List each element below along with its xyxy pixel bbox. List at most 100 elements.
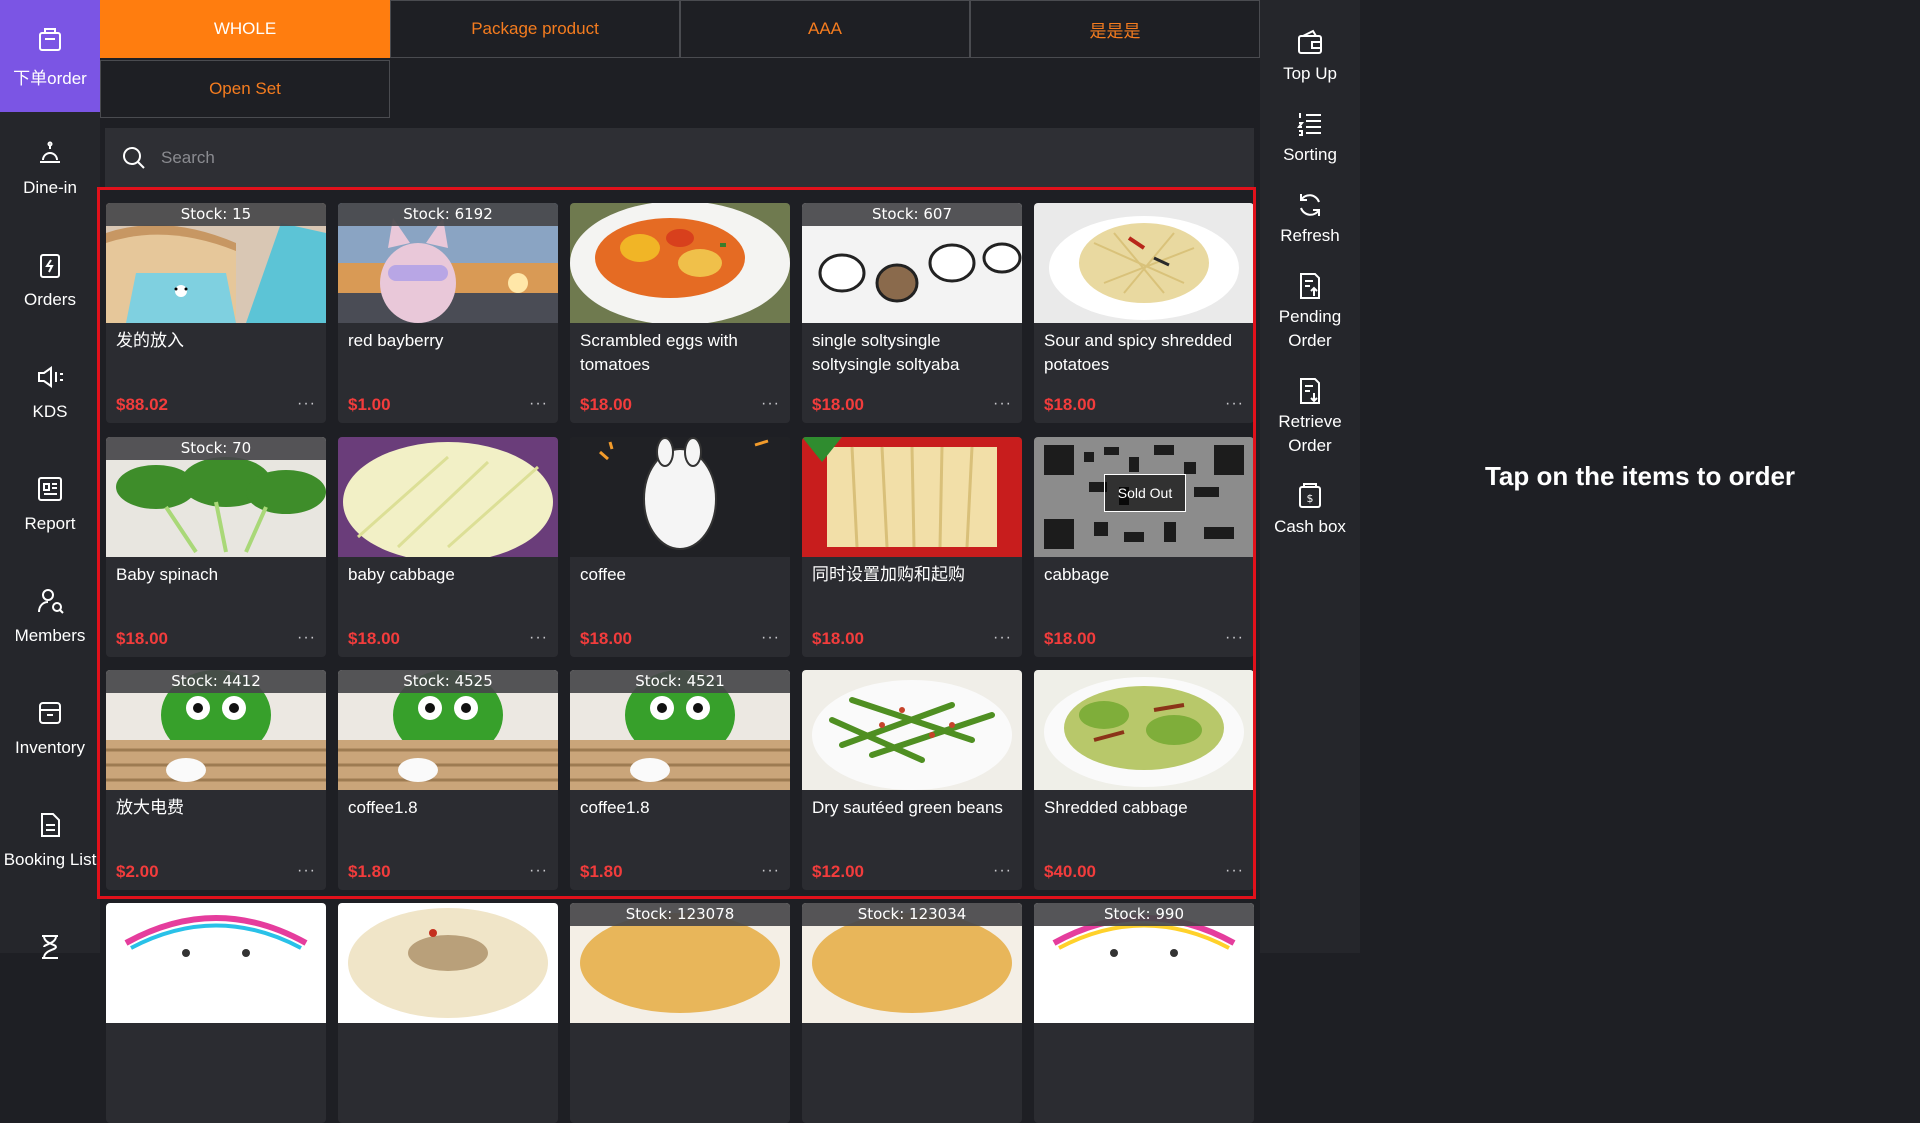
pending-order-button[interactable]: Pending Order bbox=[1260, 271, 1360, 353]
report-icon bbox=[38, 477, 62, 501]
product-price: $18.00 bbox=[348, 629, 400, 648]
product-price: $1.00 bbox=[348, 395, 391, 414]
nav-item-order[interactable]: 下单order bbox=[0, 0, 100, 112]
nav-item-booking-list[interactable]: Booking List bbox=[0, 784, 100, 896]
product-card[interactable]: 同时设置加购和起购 $18.00 ··· bbox=[802, 437, 1022, 657]
product-image bbox=[802, 670, 1022, 790]
product-card[interactable] bbox=[338, 903, 558, 1123]
product-card[interactable]: Scrambled eggs with tomatoes $18.00 ··· bbox=[570, 203, 790, 423]
more-icon[interactable]: ··· bbox=[529, 862, 548, 880]
product-card[interactable]: Stock: 607 single soltysingle soltysingl… bbox=[802, 203, 1022, 423]
more-icon[interactable]: ··· bbox=[1225, 395, 1244, 413]
cash-box-button[interactable]: $ Cash box bbox=[1260, 481, 1360, 539]
empty-order-hint: Tap on the items to order bbox=[1484, 461, 1796, 491]
action-label: Pending Order bbox=[1278, 307, 1342, 350]
more-icon[interactable]: ··· bbox=[993, 862, 1012, 880]
product-card[interactable]: coffee $18.00 ··· bbox=[570, 437, 790, 657]
retrieve-order-button[interactable]: Retrieve Order bbox=[1260, 376, 1360, 458]
more-icon[interactable]: ··· bbox=[297, 862, 316, 880]
tab-package-product[interactable]: Package product bbox=[390, 0, 680, 58]
product-card[interactable]: Sour and spicy shredded potatoes $18.00 … bbox=[1034, 203, 1254, 423]
action-label: Refresh bbox=[1280, 226, 1340, 245]
more-icon[interactable]: ··· bbox=[297, 629, 316, 647]
nav-item-orders[interactable]: Orders bbox=[0, 224, 100, 336]
pending-order-icon bbox=[1300, 273, 1320, 299]
refresh-icon bbox=[1300, 194, 1320, 216]
tab-aaa[interactable]: AAA bbox=[680, 0, 970, 58]
product-name: Scrambled eggs with tomatoes bbox=[580, 331, 738, 374]
cash-box-icon: $ bbox=[1299, 483, 1321, 508]
nav-item-inventory[interactable]: Inventory bbox=[0, 672, 100, 784]
product-card[interactable]: Stock: 4521 coffee1.8 $1.80 ··· bbox=[570, 670, 790, 890]
action-bar: Top Up Sorting Refresh Pending Order Ret… bbox=[1260, 0, 1360, 953]
refresh-button[interactable]: Refresh bbox=[1260, 190, 1360, 248]
product-card[interactable]: Stock: 123078 bbox=[570, 903, 790, 1123]
product-price: $18.00 bbox=[812, 395, 864, 414]
tab-shishishi[interactable]: 是是是 bbox=[970, 0, 1260, 58]
product-card[interactable]: Dry sautéed green beans $12.00 ··· bbox=[802, 670, 1022, 890]
more-icon[interactable]: ··· bbox=[529, 629, 548, 647]
product-card[interactable]: Sold Out cabbage $18.00 ··· bbox=[1034, 437, 1254, 657]
sorting-button[interactable]: Sorting bbox=[1260, 109, 1360, 167]
product-card[interactable]: Stock: 4525 coffee1.8 $1.80 ··· bbox=[338, 670, 558, 890]
stock-label: Stock: 4412 bbox=[106, 670, 326, 693]
booking-icon bbox=[41, 813, 60, 837]
product-price: $18.00 bbox=[580, 629, 632, 648]
nav-item-kds[interactable]: KDS bbox=[0, 336, 100, 448]
nav-label: Booking List bbox=[3, 850, 97, 869]
more-icon[interactable]: ··· bbox=[993, 629, 1012, 647]
stock-label: Stock: 6192 bbox=[338, 203, 558, 226]
more-icon[interactable]: ··· bbox=[761, 395, 780, 413]
product-card[interactable]: Stock: 70 Baby spinach $18.00 ··· bbox=[106, 437, 326, 657]
product-card[interactable]: Stock: 990 bbox=[1034, 903, 1254, 1123]
nav-label: KDS bbox=[32, 402, 68, 421]
top-up-button[interactable]: Top Up bbox=[1260, 28, 1360, 86]
nav-item-members[interactable]: Members bbox=[0, 560, 100, 672]
more-icon[interactable]: ··· bbox=[761, 629, 780, 647]
stock-label: Stock: 4521 bbox=[570, 670, 790, 693]
action-label: Retrieve Order bbox=[1278, 412, 1342, 455]
product-card[interactable]: Stock: 15 发的放入 $88.02 ··· bbox=[106, 203, 326, 423]
product-card[interactable]: Stock: 4412 放大电费 $2.00 ··· bbox=[106, 670, 326, 890]
bell-icon bbox=[40, 141, 60, 163]
stock-label: Stock: 70 bbox=[106, 437, 326, 460]
more-icon[interactable]: ··· bbox=[1225, 629, 1244, 647]
product-card[interactable] bbox=[106, 903, 326, 1123]
nav-item-hourglass[interactable] bbox=[0, 896, 100, 1008]
more-icon[interactable]: ··· bbox=[761, 862, 780, 880]
product-name: red bayberry bbox=[348, 331, 444, 350]
more-icon[interactable]: ··· bbox=[1225, 862, 1244, 880]
more-icon[interactable]: ··· bbox=[529, 395, 548, 413]
retrieve-order-icon bbox=[1300, 378, 1320, 404]
product-card[interactable]: Stock: 123034 bbox=[802, 903, 1022, 1123]
product-card[interactable]: Stock: 6192 red bayberry $1.00 ··· bbox=[338, 203, 558, 423]
product-price: $18.00 bbox=[1044, 395, 1096, 414]
product-name: 同时设置加购和起购 bbox=[812, 565, 965, 584]
product-price: $18.00 bbox=[580, 395, 632, 414]
product-card[interactable]: baby cabbage $18.00 ··· bbox=[338, 437, 558, 657]
nav-label: Inventory bbox=[15, 738, 85, 757]
stock-label: Stock: 15 bbox=[106, 203, 326, 226]
sold-out-badge: Sold Out bbox=[1104, 474, 1186, 512]
tab-open-set[interactable]: Open Set bbox=[100, 60, 390, 118]
nav-item-report[interactable]: Report bbox=[0, 448, 100, 560]
hourglass-icon bbox=[42, 935, 58, 959]
action-label: Cash box bbox=[1274, 517, 1346, 536]
nav-item-dine-in[interactable]: Dine-in bbox=[0, 112, 100, 224]
product-image bbox=[570, 203, 790, 323]
product-price: $18.00 bbox=[116, 629, 168, 648]
tab-whole[interactable]: WHOLE bbox=[100, 0, 390, 58]
product-name: Sour and spicy shredded potatoes bbox=[1044, 331, 1233, 374]
more-icon[interactable]: ··· bbox=[993, 395, 1012, 413]
search-input[interactable] bbox=[159, 147, 1163, 169]
product-price: $40.00 bbox=[1044, 862, 1096, 881]
more-icon[interactable]: ··· bbox=[297, 395, 316, 413]
search-bar[interactable] bbox=[105, 128, 1254, 188]
product-name: coffee bbox=[580, 565, 627, 584]
order-panel: Tap on the items to order bbox=[1360, 0, 1920, 953]
svg-text:$: $ bbox=[1307, 492, 1314, 505]
product-card[interactable]: Shredded cabbage $40.00 ··· bbox=[1034, 670, 1254, 890]
product-image bbox=[1034, 670, 1254, 790]
product-name: cabbage bbox=[1044, 565, 1110, 584]
product-price: $2.00 bbox=[116, 862, 159, 881]
